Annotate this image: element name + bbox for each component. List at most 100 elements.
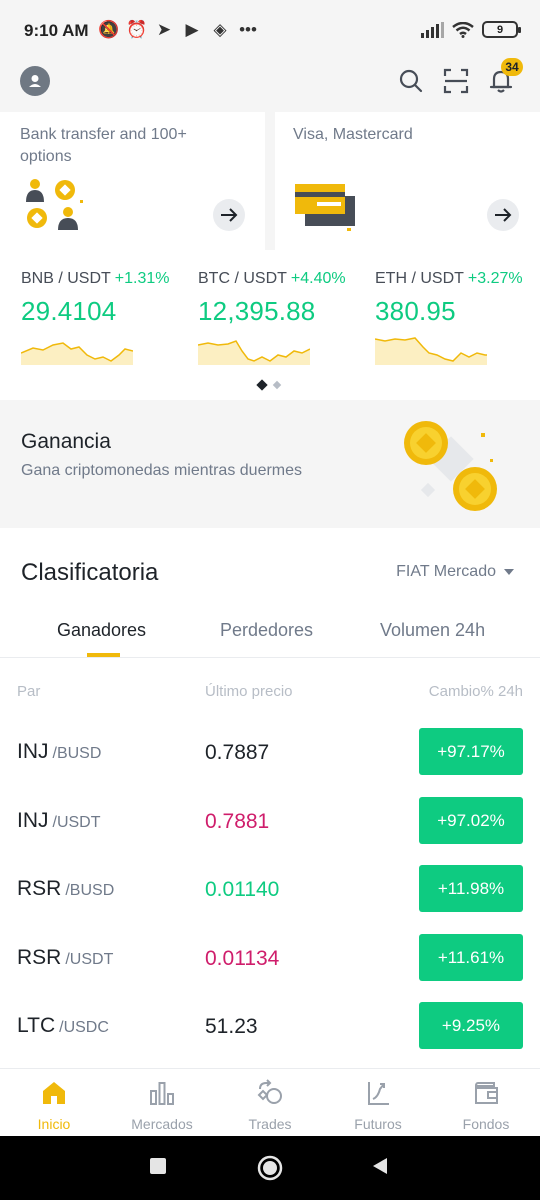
pair-quote: /USDT (52, 814, 101, 831)
pair-quote: /BUSD (65, 882, 115, 899)
futures-icon (368, 1082, 389, 1105)
nav-label: Fondos (462, 1116, 510, 1132)
telegram-icon: ➤ (156, 20, 172, 39)
nav-label: Futuros (354, 1116, 402, 1132)
payment-cards: Bank transfer and 100+ options Visa, Mas… (0, 112, 540, 250)
table-row[interactable]: INJ/BUSD 0.7887 +97.17% (0, 724, 540, 792)
user-icon (29, 75, 41, 87)
pair-base: INJ (17, 809, 49, 832)
card-description: Bank transfer and 100+ options (20, 126, 187, 165)
scan-icon[interactable] (441, 66, 471, 96)
nav-trades[interactable]: Trades (216, 1069, 324, 1137)
ranking-section: Clasificatoria FIAT Mercado Ganadores Pe… (0, 528, 540, 1068)
ticker-price: 380.95 (375, 296, 456, 326)
carousel-dot-active (256, 379, 268, 391)
signal-icon (421, 21, 444, 38)
last-price: 0.7887 (205, 741, 270, 764)
column-pair: Par (17, 683, 41, 700)
pair-quote: /USDC (59, 1019, 109, 1036)
earn-banner[interactable]: Ganancia Gana criptomonedas mientras due… (0, 401, 540, 528)
table-row[interactable]: RSR/BUSD 0.01140 +11.98% (0, 861, 540, 929)
nav-home[interactable]: Inicio (0, 1069, 108, 1137)
nav-label: Inicio (37, 1116, 71, 1132)
notification-badge: 34 (501, 58, 523, 76)
caret-down-icon (504, 569, 514, 575)
nav-wallet[interactable]: Fondos (432, 1069, 540, 1137)
status-system-icons: 9 (421, 21, 521, 38)
last-price: 0.01134 (205, 947, 280, 970)
system-navigation-bar (0, 1136, 540, 1200)
tab-gainers[interactable]: Ganadores (57, 620, 146, 641)
recents-icon[interactable] (148, 1156, 168, 1176)
home-button-icon[interactable] (257, 1155, 283, 1181)
tab-losers[interactable]: Perdedores (220, 620, 313, 641)
arrow-right-icon (221, 208, 238, 222)
ticker-eth-usdt[interactable]: ETH / USDT +3.27% 380.95 (374, 270, 540, 370)
bank-transfer-arrow-button[interactable] (213, 199, 245, 231)
bank-transfer-card[interactable]: Bank transfer and 100+ options (0, 112, 265, 250)
nav-futures[interactable]: Futuros (324, 1069, 432, 1137)
card-payment-arrow-button[interactable] (487, 199, 519, 231)
filter-label: FIAT Mercado (396, 563, 496, 580)
markets-icon (150, 1082, 174, 1105)
tab-active-indicator (87, 653, 120, 657)
earn-subtitle: Gana criptomonedas mientras duermes (21, 462, 303, 479)
arrow-right-icon (495, 208, 512, 222)
pair-base: LTC (17, 1014, 56, 1037)
ticker-pair: ETH / USDT (375, 270, 464, 287)
app-header: 34 (0, 58, 540, 112)
alarm-icon: ⏰ (126, 20, 148, 39)
ranking-title: Clasificatoria (21, 559, 159, 586)
bottom-nav: Inicio Mercados Trades Futuros Fondos (0, 1068, 540, 1136)
battery-icon: 9 (482, 21, 521, 38)
profile-avatar[interactable] (20, 66, 50, 96)
pair-base: RSR (17, 946, 62, 969)
table-row[interactable]: RSR/USDT 0.01134 +11.61% (0, 930, 540, 998)
pair-quote: /BUSD (52, 745, 102, 762)
carousel-dots (256, 379, 282, 391)
search-icon[interactable] (396, 66, 426, 96)
tab-volume[interactable]: Volumen 24h (380, 620, 485, 641)
youtube-icon: ▶ (185, 20, 199, 39)
back-icon[interactable] (370, 1156, 390, 1176)
ticker-change: +1.31% (114, 270, 170, 287)
ticker-price: 12,395.88 (198, 296, 316, 326)
ticker-sparkline (20, 342, 134, 365)
change-badge: +9.25% (419, 1002, 523, 1049)
pair-base: RSR (17, 877, 62, 900)
nav-label: Mercados (131, 1116, 193, 1132)
table-row[interactable]: LTC/USDC 51.23 +9.25% (0, 998, 540, 1066)
nav-markets[interactable]: Mercados (108, 1069, 216, 1137)
wallet-icon (475, 1082, 498, 1104)
wifi-icon (452, 21, 474, 38)
status-notification-icons: 🔕 ⏰ ➤ ▶ ◈ ••• (98, 20, 258, 40)
earn-title: Ganancia (21, 430, 111, 453)
home-icon (43, 1082, 65, 1104)
credit-card-illustration-icon (295, 184, 355, 231)
market-tickers: BNB / USDT +1.31% 29.4104 BTC / USDT +4.40… (0, 250, 540, 400)
ranking-tabs: Ganadores Perdedores Volumen 24h (0, 616, 540, 658)
change-badge: +11.61% (419, 934, 523, 981)
card-payment-card[interactable]: Visa, Mastercard (275, 112, 540, 250)
more-icon: ••• (239, 20, 257, 39)
nav-label: Trades (248, 1116, 292, 1132)
pair-base: INJ (17, 740, 49, 763)
table-row[interactable]: INJ/USDT 0.7881 +97.02% (0, 793, 540, 861)
status-time: 9:10 AM (24, 21, 89, 40)
column-last-price: Último precio (205, 683, 293, 700)
ticker-bnb-usdt[interactable]: BNB / USDT +1.31% 29.4104 (20, 270, 191, 370)
column-change: Cambio% 24h (428, 683, 523, 700)
coins-illustration-icon (404, 421, 497, 511)
ticker-pair: BTC / USDT (198, 270, 287, 287)
change-badge: +97.02% (419, 797, 523, 844)
carousel-dot (272, 380, 282, 390)
ticker-price: 29.4104 (21, 296, 117, 326)
p2p-illustration-icon (26, 179, 83, 230)
ticker-pair: BNB / USDT (21, 270, 111, 287)
card-description: Visa, Mastercard (293, 126, 413, 143)
last-price: 0.01140 (205, 878, 280, 901)
ticker-sparkline (374, 337, 487, 365)
market-filter-dropdown[interactable]: FIAT Mercado (396, 563, 514, 581)
ticker-btc-usdt[interactable]: BTC / USDT +4.40% 12,395.88 (197, 270, 368, 370)
ticker-change: +4.40% (290, 270, 346, 287)
